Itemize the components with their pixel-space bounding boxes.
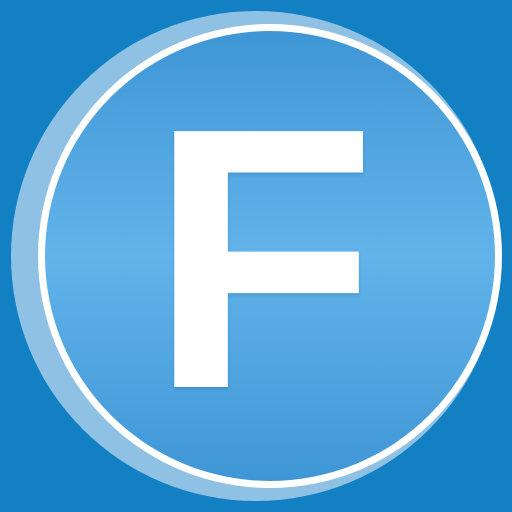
inner-disc: [45, 31, 495, 481]
app-icon-graphic: [0, 0, 512, 512]
app-icon[interactable]: F: [0, 0, 512, 512]
